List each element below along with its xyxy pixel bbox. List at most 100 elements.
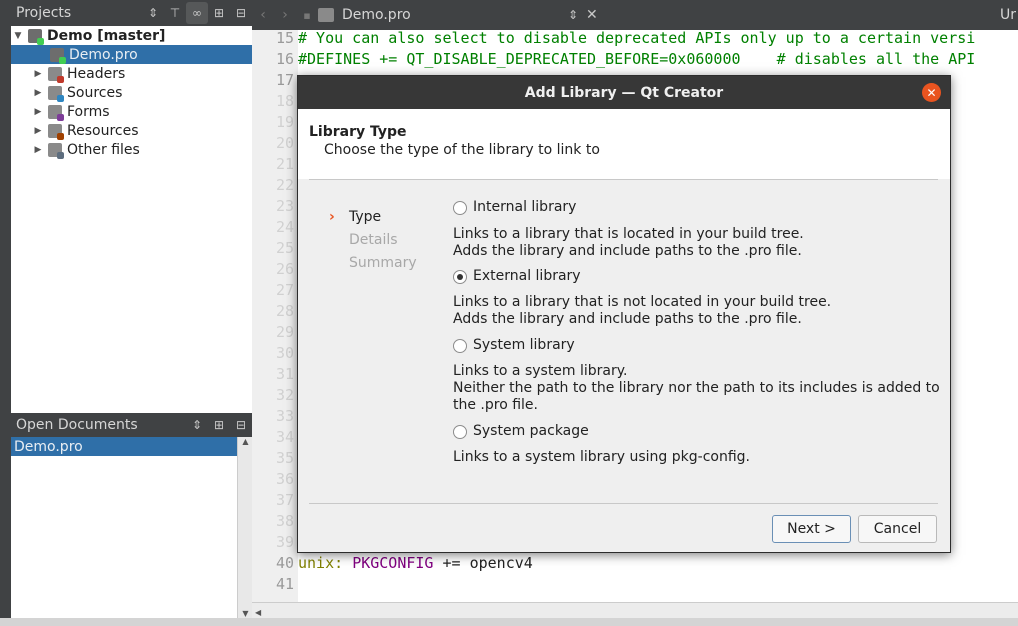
external-library-radio[interactable] <box>453 270 467 284</box>
open-document-label: Demo.pro <box>14 438 83 455</box>
link-icon[interactable]: ∞ <box>186 2 208 24</box>
system-library-description: Links to a system library. Neither the p… <box>453 363 940 414</box>
tree-item-other-files[interactable]: ▶ Other files <box>11 140 252 159</box>
open-documents-header: Open Documents ⇕ ⊞ ⊟ <box>11 413 252 437</box>
code-text: # You can also select to disable depreca… <box>298 29 976 47</box>
line-number: 31 <box>275 365 294 383</box>
line-number: 21 <box>275 155 294 173</box>
open-document-item[interactable]: Demo.pro <box>11 437 237 456</box>
description-line: Links to a library that is not located i… <box>453 294 832 310</box>
line-number: 20 <box>275 134 294 152</box>
tree-item-headers[interactable]: ▶ Headers <box>11 64 252 83</box>
line-number: 26 <box>275 260 294 278</box>
view-selector-icon[interactable]: ⇕ <box>186 414 208 436</box>
sidebar-content: Projects ⇕ ⊤ ∞ ⊞ ⊟ ▼ Demo [master] Demo.… <box>11 0 253 618</box>
tree-item-pro-file[interactable]: Demo.pro <box>11 45 252 64</box>
current-step-icon: › <box>329 208 335 225</box>
line-number: 16 <box>275 50 294 68</box>
line-number: 41 <box>275 575 294 593</box>
view-selector-icon[interactable]: ⇕ <box>142 2 164 24</box>
code-text: += opencv4 <box>442 554 533 572</box>
code-keyword: unix: <box>298 554 344 572</box>
code-line: 16 #DEFINES += QT_DISABLE_DEPRECATED_BEFO… <box>252 49 1018 70</box>
step-label: Details <box>349 231 398 248</box>
step-summary: Summary <box>329 251 449 274</box>
split-icon[interactable]: ⊞ <box>208 2 230 24</box>
system-package-radio[interactable] <box>453 425 467 439</box>
line-number: 24 <box>275 218 294 236</box>
step-label: Summary <box>349 254 417 271</box>
dialog-titlebar[interactable]: Add Library — Qt Creator ✕ <box>298 76 950 109</box>
resources-folder-icon <box>48 123 64 140</box>
external-library-description: Links to a library that is not located i… <box>453 294 831 328</box>
cancel-button[interactable]: Cancel <box>858 515 937 543</box>
code-text: #DEFINES += QT_DISABLE_DEPRECATED_BEFORE… <box>298 50 976 68</box>
code-variable: PKGCONFIG <box>352 554 434 572</box>
projects-pane-header: Projects ⇕ ⊤ ∞ ⊞ ⊟ <box>11 0 252 26</box>
close-pane-icon[interactable]: ⊟ <box>230 414 252 436</box>
expand-arrow-icon[interactable]: ▶ <box>31 88 45 98</box>
next-button[interactable]: Next > <box>772 515 851 543</box>
line-number: 25 <box>275 239 294 257</box>
system-library-radio[interactable] <box>453 339 467 353</box>
project-icon <box>28 28 44 45</box>
tree-item-label: Demo [master] <box>47 27 166 44</box>
split-icon[interactable]: ⊞ <box>208 414 230 436</box>
filter-icon[interactable]: ⊤ <box>164 2 186 24</box>
file-selector-icon[interactable]: ⇕ <box>568 8 586 22</box>
line-number: 27 <box>275 281 294 299</box>
wizard-steps: › Type Details Summary <box>329 205 449 274</box>
expand-arrow-icon[interactable]: ▶ <box>31 69 45 79</box>
line-number: 28 <box>275 302 294 320</box>
tree-item-label: Demo.pro <box>69 46 138 63</box>
scroll-down-icon[interactable]: ▼ <box>238 609 253 618</box>
system-library-label[interactable]: System library <box>473 337 575 353</box>
description-line: Neither the path to the library nor the … <box>453 380 940 396</box>
tree-item-project[interactable]: ▼ Demo [master] <box>11 26 252 45</box>
internal-library-label[interactable]: Internal library <box>473 199 576 215</box>
external-library-label[interactable]: External library <box>473 268 581 284</box>
internal-library-radio[interactable] <box>453 201 467 215</box>
close-file-icon[interactable]: ✕ <box>586 7 604 23</box>
line-number: 30 <box>275 344 294 362</box>
wizard-page-title: Library Type <box>309 124 407 140</box>
headers-folder-icon <box>48 66 64 83</box>
tree-item-resources[interactable]: ▶ Resources <box>11 121 252 140</box>
other-files-folder-icon <box>48 142 64 159</box>
tree-item-label: Other files <box>67 141 140 158</box>
expand-arrow-icon[interactable]: ▼ <box>11 31 25 41</box>
pro-file-icon <box>50 47 66 64</box>
expand-arrow-icon[interactable]: ▶ <box>31 126 45 136</box>
line-number: 40 <box>275 554 294 572</box>
line-number: 38 <box>275 512 294 530</box>
horizontal-scrollbar[interactable]: ◀ <box>252 602 1018 619</box>
line-number: 17 <box>275 71 294 89</box>
open-documents-pane: Open Documents ⇕ ⊞ ⊟ Demo.pro <box>11 413 252 456</box>
close-pane-icon[interactable]: ⊟ <box>230 2 252 24</box>
encoding-label[interactable]: Ur <box>1000 7 1018 23</box>
description-line: Links to a system library. <box>453 363 628 379</box>
editor-tab-label[interactable]: Demo.pro <box>342 7 568 23</box>
status-bar <box>0 618 1018 626</box>
cancel-button-label: Cancel <box>873 521 922 537</box>
scroll-left-icon[interactable]: ◀ <box>252 608 261 617</box>
line-number: 35 <box>275 449 294 467</box>
footer-divider <box>309 503 938 504</box>
mode-strip <box>0 0 11 618</box>
tree-item-sources[interactable]: ▶ Sources <box>11 83 252 102</box>
internal-library-description: Links to a library that is located in yo… <box>453 226 804 260</box>
description-line: the .pro file. <box>453 397 538 413</box>
sources-folder-icon <box>48 85 64 102</box>
system-package-label[interactable]: System package <box>473 423 589 439</box>
scroll-up-icon[interactable]: ▲ <box>238 437 253 446</box>
tree-item-forms[interactable]: ▶ Forms <box>11 102 252 121</box>
expand-arrow-icon[interactable]: ▶ <box>31 107 45 117</box>
back-icon[interactable]: ‹ <box>252 7 274 23</box>
expand-arrow-icon[interactable]: ▶ <box>31 145 45 155</box>
description-line: Links to a system library using pkg-conf… <box>453 449 750 465</box>
open-documents-scrollbar[interactable]: ▲ ▼ <box>237 437 253 618</box>
close-icon[interactable]: ✕ <box>922 83 941 102</box>
system-package-description: Links to a system library using pkg-conf… <box>453 449 750 466</box>
forward-icon[interactable]: › <box>274 7 296 23</box>
wizard-header: Library Type Choose the type of the libr… <box>298 109 950 179</box>
